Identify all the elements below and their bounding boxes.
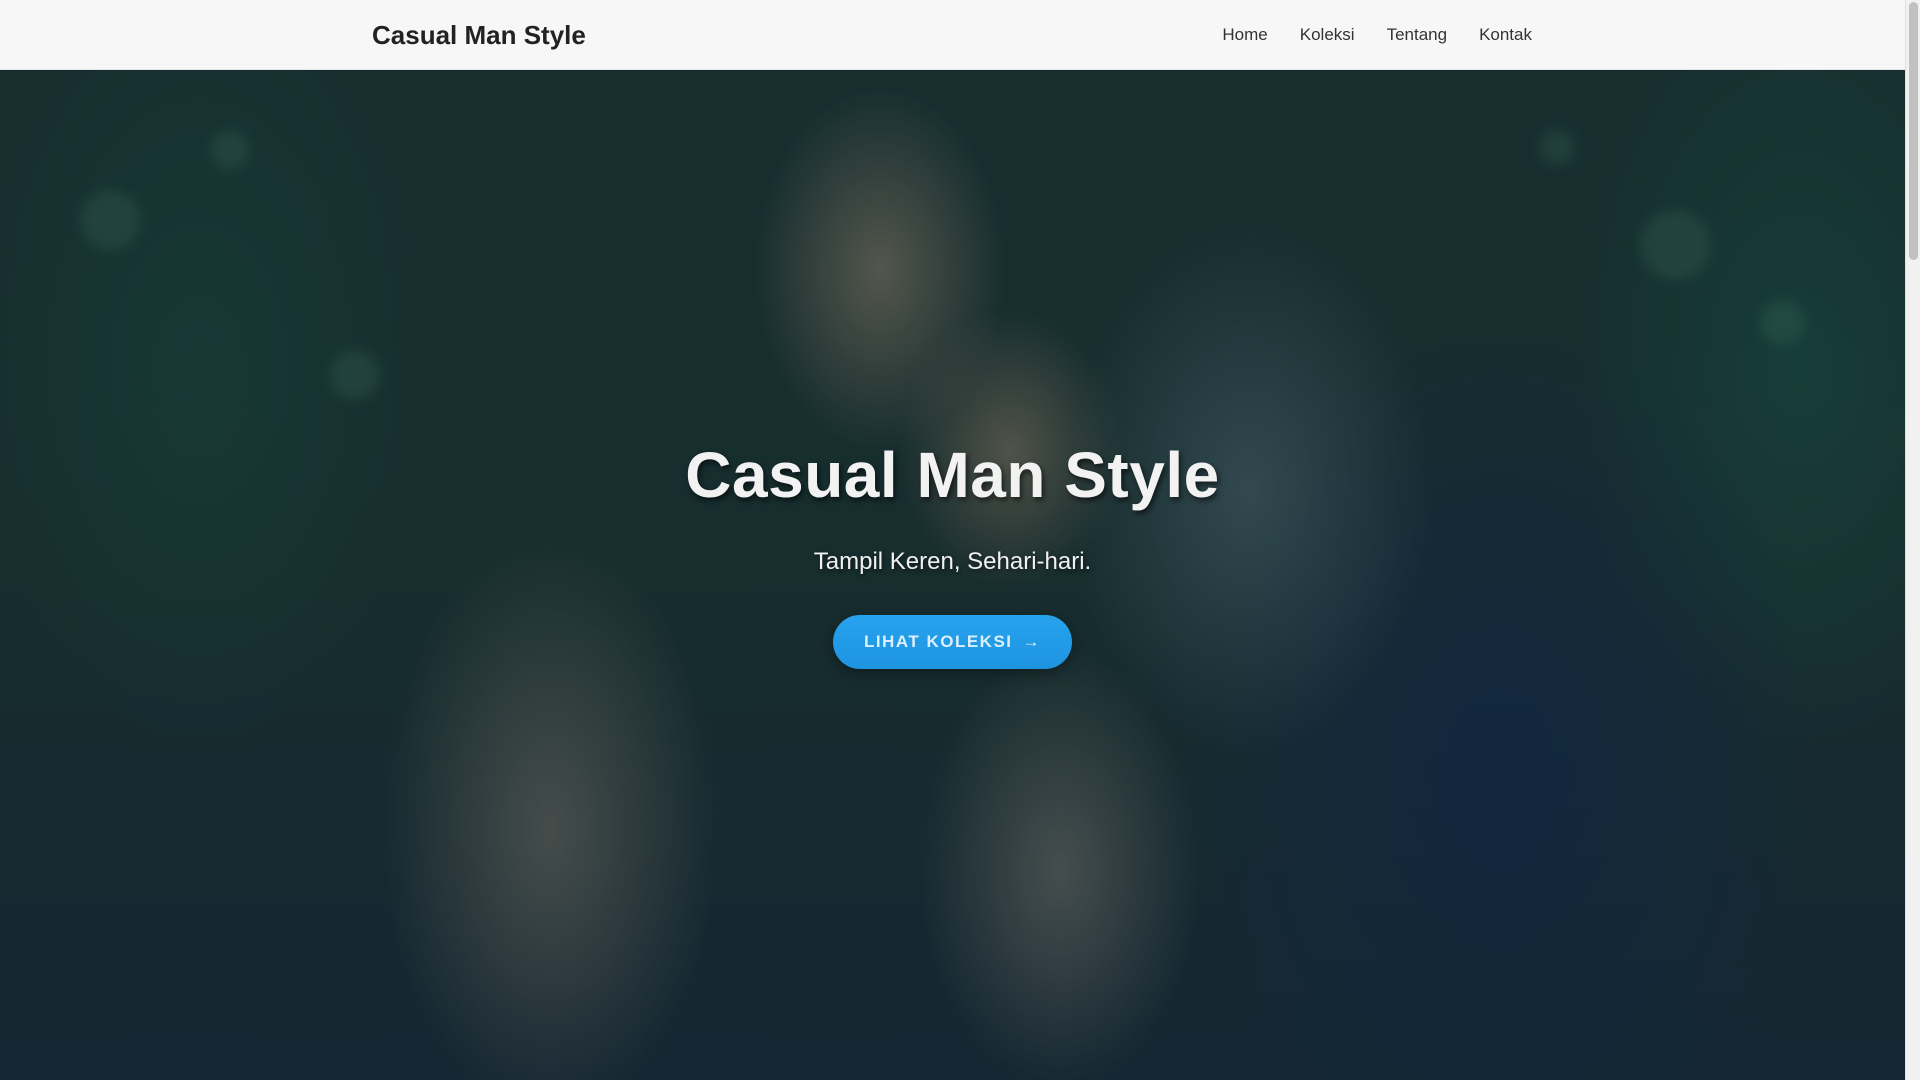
view-collection-button[interactable]: LIHAT KOLEKSI →: [833, 615, 1072, 669]
nav-link-tentang[interactable]: Tentang: [1387, 25, 1448, 44]
cta-label: LIHAT KOLEKSI: [863, 632, 1013, 651]
brand-logo[interactable]: Casual Man Style: [372, 0, 586, 70]
hero-section: Casual Man Style Tampil Keren, Sehari-ha…: [0, 70, 1905, 1080]
nav-menu: Home Koleksi Tentang Kontak: [1190, 0, 1532, 70]
nav-link-koleksi[interactable]: Koleksi: [1300, 25, 1355, 44]
nav-link-home[interactable]: Home: [1222, 25, 1267, 44]
vertical-scrollbar[interactable]: [1905, 0, 1920, 1080]
hero-subtitle: Tampil Keren, Sehari-hari.: [813, 548, 1092, 575]
nav-item-kontak: Kontak: [1479, 25, 1532, 45]
page: Casual Man Style Home Koleksi Tentang Ko…: [0, 0, 1920, 1080]
arrow-right-icon: →: [1022, 632, 1042, 651]
navbar: Casual Man Style Home Koleksi Tentang Ko…: [0, 0, 1905, 70]
hero-content: Casual Man Style Tampil Keren, Sehari-ha…: [0, 70, 1905, 1080]
hero-title: Casual Man Style: [685, 439, 1220, 511]
nav-item-home: Home: [1222, 25, 1267, 45]
nav-item-koleksi: Koleksi: [1300, 25, 1355, 45]
nav-link-kontak[interactable]: Kontak: [1479, 25, 1532, 44]
nav-item-tentang: Tentang: [1387, 25, 1448, 45]
scrollbar-thumb[interactable]: [1909, 2, 1918, 260]
